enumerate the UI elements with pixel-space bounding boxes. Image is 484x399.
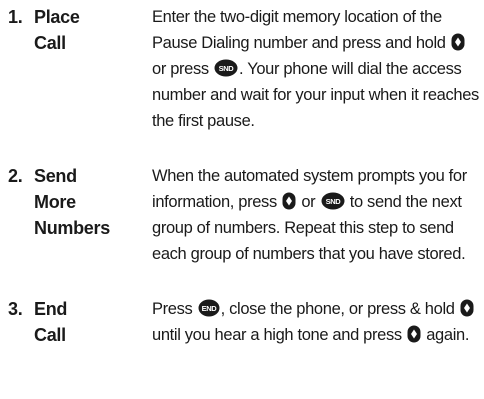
- send-key-label: SND: [325, 197, 341, 206]
- send-key-icon: SND: [214, 59, 238, 77]
- step-text: Press: [152, 300, 193, 318]
- end-key-label: END: [201, 304, 217, 313]
- step-title-line: Place: [34, 7, 80, 27]
- step-title-line: End: [34, 299, 68, 319]
- nav-key-icon: [460, 299, 474, 317]
- step-text: , close the phone, or press & hold: [220, 300, 455, 318]
- step-text: Enter the two-digit memory location of t…: [152, 8, 446, 52]
- nav-key-icon: [282, 192, 296, 210]
- nav-key-icon: [451, 33, 465, 51]
- step-title: Place Call: [34, 4, 144, 56]
- send-key-icon: SND: [321, 192, 345, 210]
- step-title-line: Numbers: [34, 218, 110, 238]
- send-key-label: SND: [219, 64, 235, 73]
- end-key-icon: END: [198, 299, 220, 317]
- nav-key-icon: [407, 325, 421, 343]
- step-title-line: Call: [34, 33, 66, 53]
- step-text: or press: [152, 60, 209, 78]
- step-text: again.: [426, 326, 470, 344]
- step-description: Enter the two-digit memory location of t…: [152, 4, 482, 134]
- step-title: Send More Numbers: [34, 163, 144, 241]
- step-title-line: More: [34, 192, 76, 212]
- step-description: Press END , close the phone, or press & …: [152, 296, 482, 348]
- step-title-line: Send: [34, 166, 77, 186]
- instruction-page: 1. Place Call Enter the two-digit memory…: [0, 0, 484, 399]
- step-text: or: [301, 193, 316, 211]
- step-title-line: Call: [34, 325, 66, 345]
- step-number: 3.: [8, 299, 23, 319]
- step-number: 1.: [8, 7, 23, 27]
- step-text: until you hear a high tone and press: [152, 326, 402, 344]
- step-title: End Call: [34, 296, 144, 348]
- step-description: When the automated system prompts you fo…: [152, 163, 482, 267]
- step-number: 2.: [8, 166, 23, 186]
